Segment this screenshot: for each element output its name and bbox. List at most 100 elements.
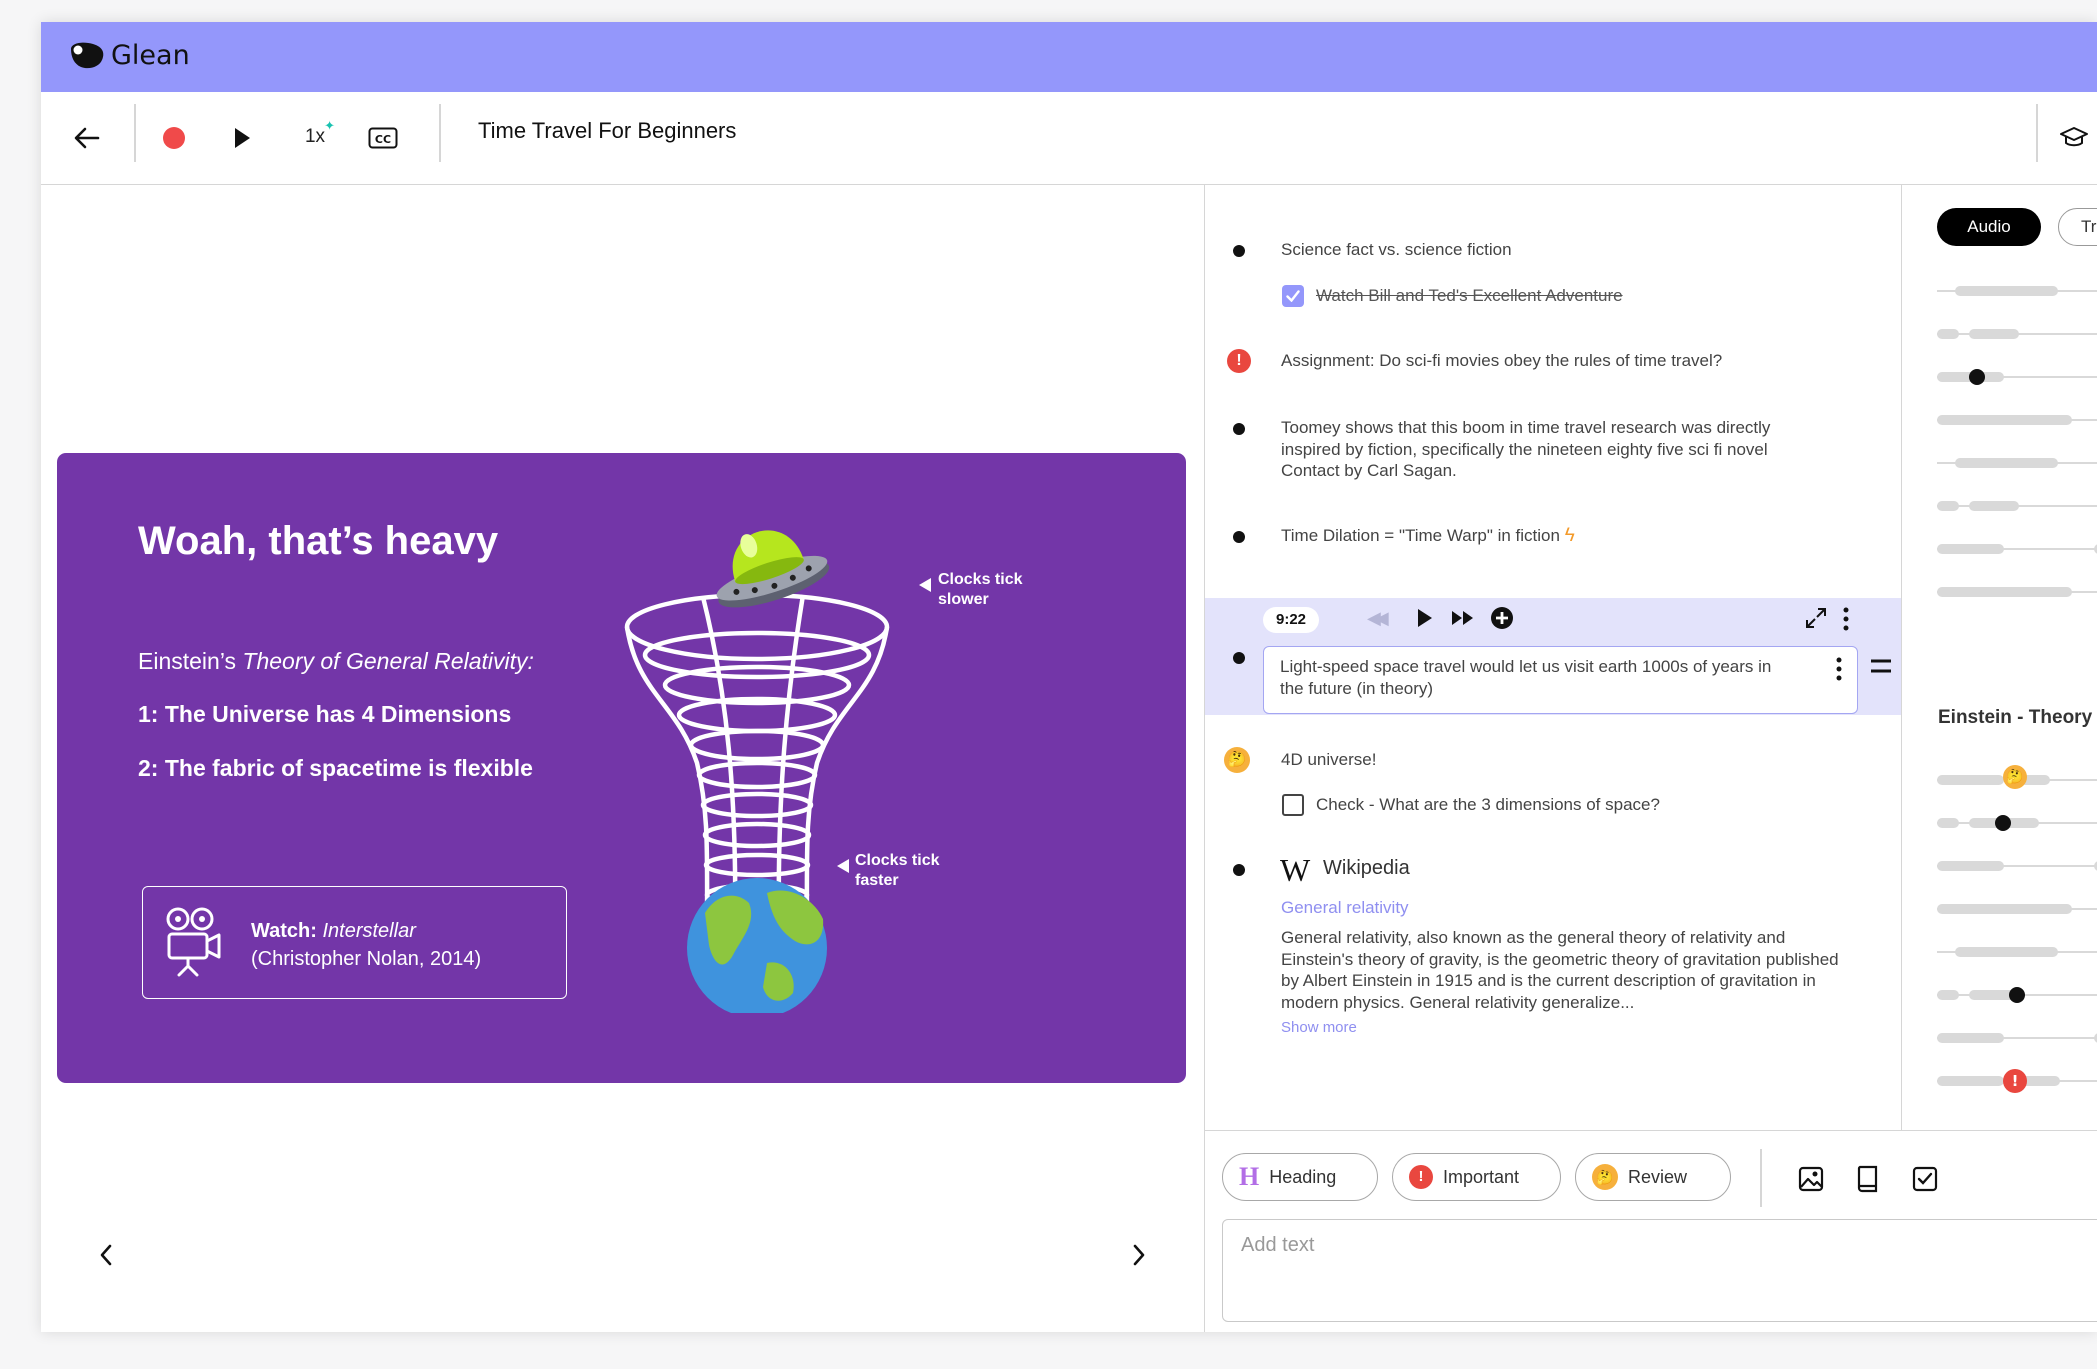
section-title: Einstein - Theory [1938, 707, 2093, 728]
add-text-input[interactable]: Add text [1222, 1219, 2097, 1322]
note-item-important[interactable]: Assignment: Do sci-fi movies obey the ru… [1281, 350, 1722, 372]
timeline-marker[interactable] [2009, 987, 2025, 1003]
task-item-completed[interactable]: Watch Bill and Ted's Excellent Adventure [1316, 285, 1623, 307]
expand-icon[interactable] [1805, 607, 1827, 629]
subtitle-prefix: Einstein’s [138, 648, 243, 674]
heading-chip-label: Heading [1269, 1166, 1337, 1187]
watch-meta: (Christopher Nolan, 2014) [251, 948, 482, 970]
rewind-icon[interactable]: ◀◀ [1367, 608, 1389, 629]
closed-captions-icon: CC [368, 127, 398, 149]
heading-chip[interactable]: H Heading [1222, 1153, 1378, 1201]
book-icon[interactable] [1856, 1165, 1880, 1193]
more-vertical-icon[interactable] [1842, 607, 1850, 631]
spacetime-funnel-illustration [624, 530, 890, 1013]
checkbox-icon[interactable] [1912, 1166, 1938, 1192]
important-chip-label: Important [1443, 1166, 1520, 1187]
course-button[interactable] [2059, 122, 2089, 152]
timeline-marker[interactable] [1995, 815, 2011, 831]
timeline-segment [1955, 947, 2058, 957]
important-marker-icon[interactable]: ! [2003, 1069, 2027, 1093]
slide-point-2: 2: The fabric of spacetime is flexible [138, 755, 533, 781]
timeline-marker[interactable] [1969, 369, 1985, 385]
wiki-source: Wikipedia [1323, 857, 1410, 879]
note-text: Time Dilation = "Time Warp" in fiction [1281, 526, 1560, 545]
chevron-left-icon [100, 1244, 112, 1266]
captions-button[interactable]: CC [367, 125, 399, 151]
clocks-faster-label: Clocks tick faster [855, 851, 939, 891]
page-title: Time Travel For Beginners [478, 118, 737, 143]
speed-button[interactable]: 1x ✦ [295, 118, 335, 152]
bullet-icon [1233, 423, 1245, 435]
timeline-segment [1937, 587, 2072, 597]
slide-title: Woah, that’s heavy [138, 519, 499, 563]
play-button[interactable] [228, 124, 256, 152]
task-checkbox-checked[interactable] [1282, 285, 1304, 307]
clocks-slower-label: Clocks tick slower [938, 570, 1022, 610]
wiki-link[interactable]: General relativity [1281, 897, 1409, 919]
sparkle-icon: ✦ [324, 118, 335, 133]
record-icon [163, 127, 185, 149]
clocks-slower-line2: slower [938, 591, 989, 608]
fast-forward-icon[interactable] [1451, 610, 1475, 626]
show-more-link[interactable]: Show more [1281, 1017, 1357, 1039]
toolbar-divider [134, 104, 136, 162]
note-item[interactable]: Toomey shows that this boom in time trav… [1281, 417, 1821, 482]
speed-label: 1x [304, 126, 326, 147]
timeline-segment [1937, 415, 2072, 425]
lesson-slide: Woah, that’s heavy Einstein’s Theory of … [57, 453, 1186, 1083]
chevron-right-icon [1133, 1244, 1145, 1266]
timeline-segment [1937, 329, 1959, 339]
note-editor[interactable]: Light-speed space travel would let us vi… [1263, 646, 1858, 714]
composer-divider [1760, 1149, 1762, 1207]
review-icon[interactable]: 🤔 [2003, 765, 2027, 789]
review-icon: 🤔 [1592, 1164, 1618, 1190]
timeline-segment [1955, 286, 2058, 296]
watch-text: Watch: Interstellar (Christopher Nolan, … [251, 917, 481, 973]
graduation-cap-icon [2060, 127, 2088, 147]
timeline-segment [1937, 1033, 2004, 1043]
record-button[interactable] [161, 125, 187, 151]
tab-transcript[interactable]: Tra [2058, 208, 2097, 246]
tab-audio[interactable]: Audio [1937, 208, 2041, 246]
important-chip[interactable]: ! Important [1392, 1153, 1561, 1201]
timeline-segment [1955, 458, 2058, 468]
timeline-segment [1969, 501, 2019, 511]
note-item[interactable]: Science fact vs. science fiction [1281, 239, 1512, 261]
app-logo[interactable]: Glean [69, 40, 190, 71]
bullet-icon [1233, 864, 1245, 876]
play-icon[interactable] [1417, 608, 1433, 628]
timeline-segment [1937, 501, 1959, 511]
next-slide-button[interactable] [1124, 1240, 1154, 1270]
watch-suggestion[interactable]: Watch: Interstellar (Christopher Nolan, … [142, 886, 567, 999]
add-circle-icon[interactable] [1490, 606, 1514, 630]
arrow-left-icon [74, 127, 100, 149]
toolbar-divider [2036, 104, 2038, 162]
app-window: Glean 1x ✦ CC Time Travel For Beginners [41, 22, 2097, 1332]
timeline-segment [1969, 329, 2019, 339]
note-composer: H Heading ! Important 🤔 Review Add text [1204, 1130, 2097, 1332]
active-note[interactable]: 9:22 ◀◀ Light-speed space travel would l… [1205, 598, 1901, 715]
review-chip[interactable]: 🤔 Review [1575, 1153, 1731, 1201]
watch-title: Interstellar [322, 920, 416, 942]
back-button[interactable] [69, 120, 105, 156]
movie-camera-icon [166, 907, 221, 977]
timestamp-badge[interactable]: 9:22 [1263, 607, 1319, 633]
task-item[interactable]: Check - What are the 3 dimensions of spa… [1316, 794, 1660, 816]
faster-pointer-icon [837, 859, 849, 873]
note-item[interactable]: Time Dilation = "Time Warp" in fiction ϟ [1281, 525, 1575, 547]
more-vertical-icon[interactable] [1835, 657, 1843, 681]
drag-handle-icon[interactable] [1870, 658, 1892, 674]
note-item-review[interactable]: 4D universe! [1281, 749, 1376, 771]
timeline-segment [1937, 818, 1959, 828]
previous-slide-button[interactable] [91, 1240, 121, 1270]
timeline-segment [1937, 861, 2004, 871]
review-chip-label: Review [1628, 1166, 1688, 1187]
subtitle-emphasis: Theory of General Relativity: [242, 648, 534, 674]
image-icon[interactable] [1798, 1166, 1824, 1192]
slower-pointer-icon [919, 578, 931, 592]
review-icon: 🤔 [1224, 747, 1250, 773]
play-icon [235, 128, 250, 148]
clocks-faster-line2: faster [855, 872, 899, 889]
bullet-icon [1233, 652, 1245, 664]
task-checkbox[interactable] [1282, 794, 1304, 816]
